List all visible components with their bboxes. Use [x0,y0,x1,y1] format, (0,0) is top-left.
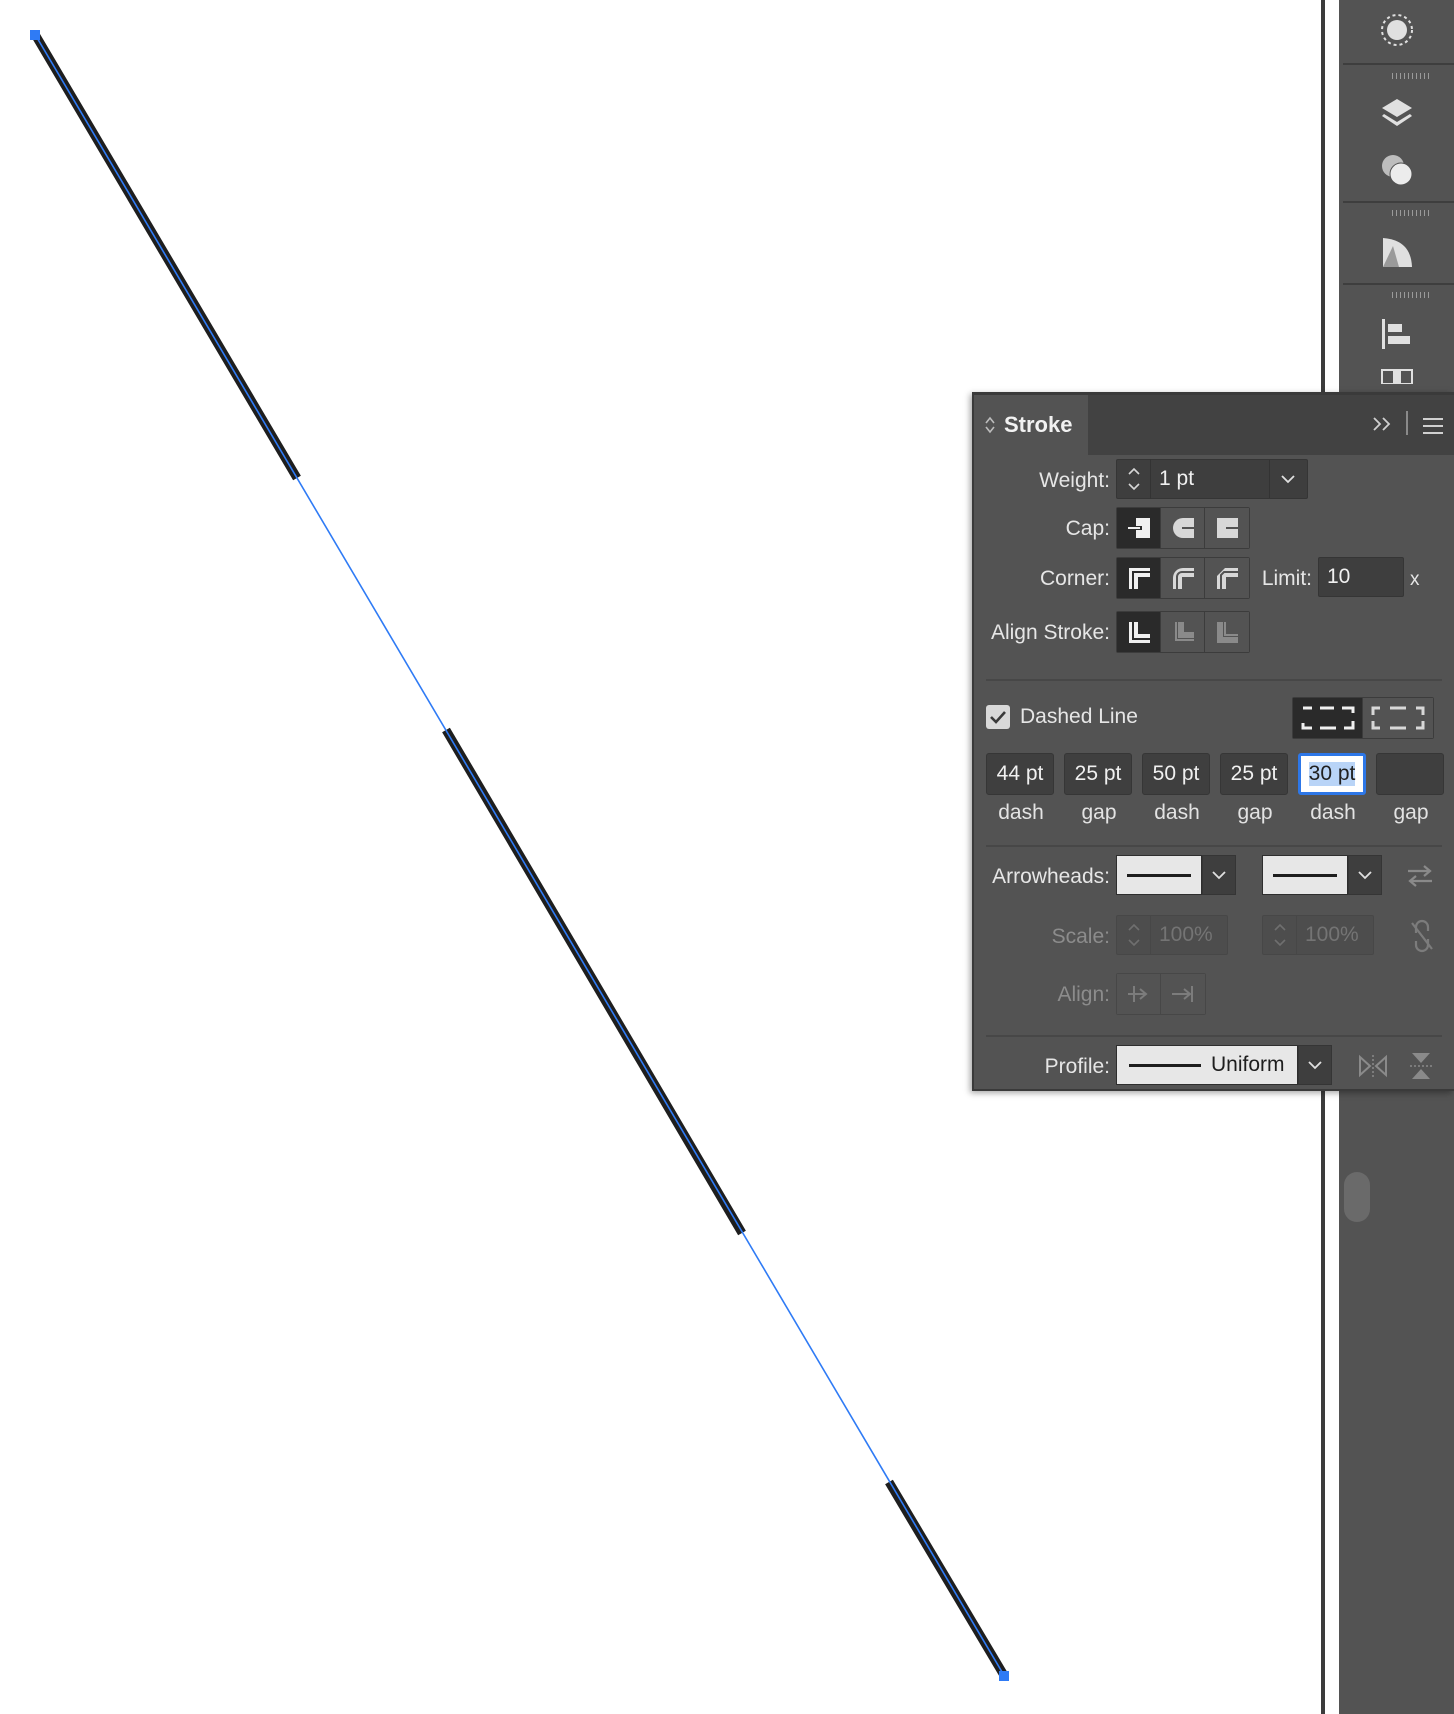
miter-join-button[interactable] [1117,558,1161,598]
round-join-button[interactable] [1161,558,1205,598]
cap-group [1116,507,1250,549]
weight-label: Weight: [1039,469,1110,492]
gap-field[interactable]: 25 pt [1220,753,1288,795]
flip-along-icon[interactable] [1358,1053,1388,1084]
illustrator-window: Stroke Weight: 1 pt Cap: Corner: Limit: … [0,0,1454,1714]
layers-icon[interactable] [1339,84,1454,142]
selection-path[interactable] [35,35,1006,1678]
stroke-panel: Stroke Weight: 1 pt Cap: Corner: Limit: … [972,392,1454,1091]
align-center-button[interactable] [1117,612,1161,652]
dash-value[interactable]: 30 pt [1308,762,1356,786]
limit-value[interactable]: 10 [1327,565,1350,589]
swap-arrowheads-icon[interactable] [1406,863,1434,894]
gap-caption: gap [1237,801,1273,824]
transform-icon[interactable] [1339,364,1454,394]
gap-value[interactable]: 25 pt [1231,762,1278,786]
end-scale-field[interactable]: 100% [1262,915,1374,955]
align-dashes-corners-button[interactable] [1363,698,1433,738]
dock-separator [1343,283,1454,285]
section-divider [986,1035,1442,1037]
align-stroke-label: Align Stroke: [990,621,1110,644]
flip-across-icon[interactable] [1408,1051,1434,1086]
gap-caption: gap [1081,801,1117,824]
dash-value[interactable]: 44 pt [997,762,1044,786]
collapse-panel-icon[interactable] [1371,413,1393,439]
panel-menu-icon[interactable] [1422,415,1444,441]
anchor-point-end[interactable] [999,1671,1009,1681]
gap-field[interactable]: 25 pt [1064,753,1132,795]
dash-value[interactable]: 50 pt [1153,762,1200,786]
start-arrowhead-swatch[interactable] [1116,855,1202,895]
section-divider [986,845,1442,847]
gradient-icon[interactable] [1339,223,1454,281]
dash-alignment-group [1292,697,1434,739]
dash-caption: dash [1154,801,1200,824]
butt-cap-button[interactable] [1117,508,1161,548]
align-stroke-group [1116,611,1250,653]
panel-collapse-icon[interactable] [984,416,996,434]
panel-title: Stroke [1004,412,1073,437]
limit-suffix: x [1410,569,1420,590]
gap-value[interactable]: 25 pt [1075,762,1122,786]
profile-value: Uniform [1211,1053,1285,1076]
align-icon[interactable] [1339,305,1454,363]
start-scale-stepper[interactable] [1117,915,1151,955]
tabbar-divider [1406,411,1408,435]
dock-grip[interactable] [1392,73,1432,79]
start-scale-value[interactable]: 100% [1151,923,1213,947]
dock-grip[interactable] [1392,210,1432,216]
weight-dropdown[interactable] [1269,460,1305,498]
tab-stroke[interactable]: Stroke [974,395,1088,455]
section-divider [986,679,1442,681]
profile-swatch[interactable]: Uniform [1116,1045,1298,1085]
weight-value[interactable]: 1 pt [1151,467,1269,491]
preserve-dash-button[interactable] [1293,698,1363,738]
weight-field[interactable]: 1 pt [1116,459,1308,499]
cap-label: Cap: [1065,517,1110,540]
dash-caption: dash [1310,801,1356,824]
gap-caption: gap [1393,801,1429,824]
projecting-cap-button[interactable] [1205,508,1249,548]
dock-scrollbar[interactable] [1344,1172,1370,1222]
profile-label: Profile: [1044,1055,1110,1078]
appearance-icon[interactable] [1339,1,1454,59]
dash-field[interactable]: 50 pt [1142,753,1210,795]
end-arrowhead-dropdown[interactable] [1348,855,1382,895]
arrow-align-group [1116,973,1206,1015]
dash-caption: dash [998,801,1044,824]
anchor-point-start[interactable] [30,30,40,40]
dashed-line-checkbox[interactable] [986,705,1010,729]
start-arrowhead-dropdown[interactable] [1202,855,1236,895]
align-inside-button[interactable] [1161,612,1205,652]
dash-field[interactable]: 44 pt [986,753,1054,795]
place-arrow-tip-button[interactable] [1161,974,1205,1014]
panel-tab-bar: Stroke [974,395,1454,455]
end-scale-value[interactable]: 100% [1297,923,1359,947]
weight-stepper[interactable] [1117,459,1151,499]
arrowheads-label: Arrowheads: [992,865,1110,888]
corner-label: Corner: [1039,567,1110,590]
dock-grip[interactable] [1392,292,1432,298]
dash-field[interactable]: 30 pt [1298,753,1366,795]
round-cap-button[interactable] [1161,508,1205,548]
align-outside-button[interactable] [1205,612,1249,652]
limit-label: Limit: [1261,567,1312,590]
dock-separator [1343,201,1454,203]
scale-label: Scale: [1051,925,1110,948]
dock-separator [1343,63,1454,65]
gap-field[interactable] [1376,753,1444,795]
end-scale-stepper[interactable] [1263,915,1297,955]
end-arrowhead-swatch[interactable] [1262,855,1348,895]
start-scale-field[interactable]: 100% [1116,915,1228,955]
transparency-icon[interactable] [1339,141,1454,199]
limit-field[interactable]: 10 [1318,557,1404,597]
extend-arrow-tip-button[interactable] [1117,974,1161,1014]
dashed-line-label[interactable]: Dashed Line [1020,705,1170,729]
corner-group [1116,557,1250,599]
link-scale-icon[interactable] [1408,919,1436,958]
profile-dropdown[interactable] [1298,1045,1332,1085]
align-label: Align: [1057,983,1110,1006]
